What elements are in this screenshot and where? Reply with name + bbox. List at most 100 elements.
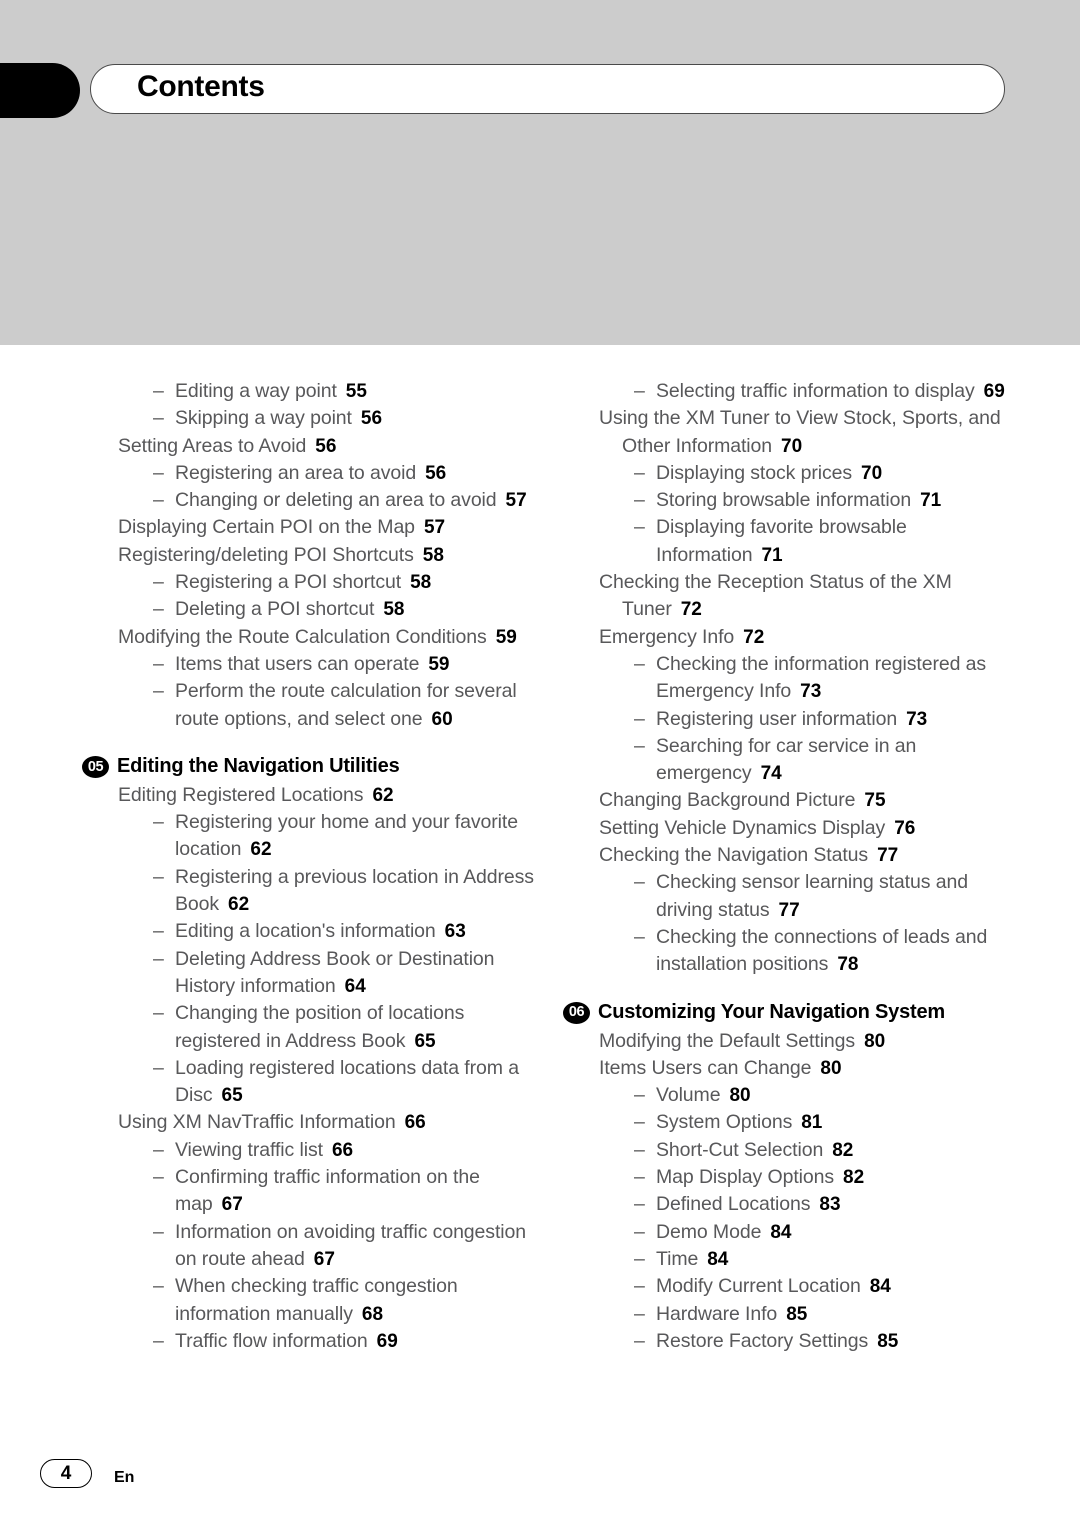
toc-entry-text: – Confirming traffic information on the m…	[153, 1164, 548, 1219]
toc-entry-text: Registering/deleting POI Shortcuts 58	[118, 542, 548, 569]
toc-entry-label: Skipping a way point	[175, 407, 352, 430]
toc-entry-label: Registering your home and your favorite …	[175, 811, 518, 861]
toc-entry-setting-areas-to-avoid[interactable]: Setting Areas to Avoid 56	[118, 433, 548, 460]
toc-entry-changing-the-position-of-locations-registered-in[interactable]: – Changing the position of locations regi…	[118, 1000, 548, 1055]
toc-entry-system-options[interactable]: – System Options 81	[599, 1109, 1029, 1136]
bullet-dash-icon: –	[634, 516, 645, 539]
chapter-number-badge: 06	[563, 1001, 590, 1024]
toc-entry-text: – Changing or deleting an area to avoid 57	[153, 487, 548, 514]
toc-entry-registering-deleting-poi-shortcuts[interactable]: Registering/deleting POI Shortcuts 58	[118, 542, 548, 569]
bullet-dash-icon: –	[153, 652, 164, 675]
toc-entry-page: 66	[404, 1112, 426, 1134]
toc-entry-registering-a-poi-shortcut[interactable]: – Registering a POI shortcut 58	[118, 569, 548, 596]
toc-entry-label: Displaying stock prices	[656, 461, 853, 484]
toc-entry-text: – Modify Current Location 84	[634, 1273, 1029, 1300]
chapter-heading-05: 05 Editing the Navigation Utilities	[82, 753, 548, 781]
toc-entry-label: Time	[656, 1247, 699, 1270]
toc-entry-using-the-xm-tuner-to-view-stock-sports-and-othe[interactable]: Using the XM Tuner to View Stock, Sports…	[599, 405, 1029, 460]
toc-entry-traffic-flow-information[interactable]: – Traffic flow information 69	[118, 1328, 548, 1355]
toc-entry-displaying-favorite-browsable-information[interactable]: – Displaying favorite browsable Informati…	[599, 514, 1029, 569]
toc-entry-hardware-info[interactable]: – Hardware Info 85	[599, 1301, 1029, 1328]
toc-entry-volume[interactable]: – Volume 80	[599, 1082, 1029, 1109]
toc-entry-map-display-options[interactable]: – Map Display Options 82	[599, 1164, 1029, 1191]
toc-entry-checking-the-connections-of-leads-and-installati[interactable]: – Checking the connections of leads and i…	[599, 924, 1029, 979]
toc-entry-perform-the-route-calculation-for-several-route-[interactable]: – Perform the route calculation for sever…	[118, 678, 548, 733]
toc-entry-registering-user-information[interactable]: – Registering user information 73	[599, 706, 1029, 733]
toc-entry-checking-the-navigation-status[interactable]: Checking the Navigation Status 77	[599, 842, 1029, 869]
toc-entry-label: Editing Registered Locations	[118, 783, 364, 806]
toc-entry-selecting-traffic-information-to-display[interactable]: – Selecting traffic information to displa…	[599, 378, 1029, 405]
toc-entry-text: Editing Registered Locations 62	[118, 782, 548, 809]
toc-entry-label: Hardware Info	[656, 1302, 778, 1325]
bullet-dash-icon: –	[153, 1166, 164, 1189]
toc-entry-viewing-traffic-list[interactable]: – Viewing traffic list 66	[118, 1137, 548, 1164]
toc-entry-page: 67	[313, 1248, 335, 1270]
bullet-dash-icon: –	[634, 1193, 645, 1216]
toc-entry-changing-or-deleting-an-area-to-avoid[interactable]: – Changing or deleting an area to avoid 57	[118, 487, 548, 514]
toc-entry-checking-sensor-learning-status-and-driving-stat[interactable]: – Checking sensor learning status and dri…	[599, 869, 1029, 924]
toc-entry-short-cut-selection[interactable]: – Short-Cut Selection 82	[599, 1137, 1029, 1164]
toc-entry-registering-your-home-and-your-favorite-location[interactable]: – Registering your home and your favorite…	[118, 809, 548, 864]
toc-entry-label: Registering user information	[656, 707, 898, 730]
bullet-dash-icon: –	[153, 865, 164, 888]
toc-entry-page: 67	[221, 1194, 243, 1216]
toc-entry-checking-the-information-registered-as-emergency[interactable]: – Checking the information registered as …	[599, 651, 1029, 706]
toc-entry-displaying-stock-prices[interactable]: – Displaying stock prices 70	[599, 460, 1029, 487]
toc-entry-editing-a-location-s-information[interactable]: – Editing a location's information 63	[118, 918, 548, 945]
toc-entry-modifying-the-route-calculation-conditions[interactable]: Modifying the Route Calculation Conditio…	[118, 624, 548, 651]
bullet-dash-icon: –	[634, 734, 645, 757]
toc-entry-text: Changing Background Picture 75	[599, 787, 1029, 814]
toc-entry-checking-the-reception-status-of-the-xm-tuner[interactable]: Checking the Reception Status of the XM …	[599, 569, 1029, 624]
toc-entry-text: Using XM NavTraffic Information 66	[118, 1109, 548, 1136]
toc-entry-text: – Selecting traffic information to displa…	[634, 378, 1029, 405]
toc-entry-label: Checking sensor learning status and driv…	[656, 871, 968, 921]
toc-entry-emergency-info[interactable]: Emergency Info 72	[599, 624, 1029, 651]
toc-entry-setting-vehicle-dynamics-display[interactable]: Setting Vehicle Dynamics Display 76	[599, 815, 1029, 842]
toc-entry-label: System Options	[656, 1111, 793, 1134]
bullet-dash-icon: –	[153, 571, 164, 594]
toc-entry-changing-background-picture[interactable]: Changing Background Picture 75	[599, 787, 1029, 814]
toc-entry-text: Modifying the Route Calculation Conditio…	[118, 624, 548, 651]
toc-entry-editing-registered-locations[interactable]: Editing Registered Locations 62	[118, 782, 548, 809]
toc-entry-items-users-can-change[interactable]: Items Users can Change 80	[599, 1055, 1029, 1082]
toc-entry-page: 83	[819, 1194, 841, 1216]
toc-entry-using-xm-navtraffic-information[interactable]: Using XM NavTraffic Information 66	[118, 1109, 548, 1136]
toc-entry-page: 80	[729, 1085, 751, 1107]
bullet-dash-icon: –	[153, 1002, 164, 1025]
toc-entry-text: – Hardware Info 85	[634, 1301, 1029, 1328]
toc-entry-editing-a-way-point[interactable]: – Editing a way point 55	[118, 378, 548, 405]
toc-entry-deleting-address-book-or-destination-history-inf[interactable]: – Deleting Address Book or Destination Hi…	[118, 946, 548, 1001]
toc-entry-text: – Registering a previous location in Addr…	[153, 864, 548, 919]
toc-entry-label: Emergency Info	[599, 625, 735, 648]
toc-entry-skipping-a-way-point[interactable]: – Skipping a way point 56	[118, 405, 548, 432]
toc-entry-confirming-traffic-information-on-the-map[interactable]: – Confirming traffic information on the m…	[118, 1164, 548, 1219]
toc-entry-items-that-users-can-operate[interactable]: – Items that users can operate 59	[118, 651, 548, 678]
toc-entry-page: 70	[781, 435, 803, 457]
toc-entry-modifying-the-default-settings[interactable]: Modifying the Default Settings 80	[599, 1028, 1029, 1055]
toc-entry-displaying-certain-poi-on-the-map[interactable]: Displaying Certain POI on the Map 57	[118, 514, 548, 541]
bullet-dash-icon: –	[153, 380, 164, 402]
bullet-dash-icon: –	[634, 925, 645, 948]
toc-entry-storing-browsable-information[interactable]: – Storing browsable information 71	[599, 487, 1029, 514]
toc-entry-text: – Changing the position of locations regi…	[153, 1000, 548, 1055]
toc-entry-registering-an-area-to-avoid[interactable]: – Registering an area to avoid 56	[118, 460, 548, 487]
toc-entry-text: – Registering user information 73	[634, 706, 1029, 733]
toc-entry-page: 85	[786, 1303, 808, 1325]
toc-entry-text: Setting Vehicle Dynamics Display 76	[599, 815, 1029, 842]
toc-entry-registering-a-previous-location-in-address-book[interactable]: – Registering a previous location in Addr…	[118, 864, 548, 919]
toc-entry-defined-locations[interactable]: – Defined Locations 83	[599, 1191, 1029, 1218]
toc-entry-loading-registered-locations-data-from-a-disc[interactable]: – Loading registered locations data from …	[118, 1055, 548, 1110]
toc-entry-demo-mode[interactable]: – Demo Mode 84	[599, 1219, 1029, 1246]
toc-entry-restore-factory-settings[interactable]: – Restore Factory Settings 85	[599, 1328, 1029, 1355]
toc-entry-time[interactable]: – Time 84	[599, 1246, 1029, 1273]
toc-entry-modify-current-location[interactable]: – Modify Current Location 84	[599, 1273, 1029, 1300]
toc-entry-page: 84	[770, 1221, 792, 1243]
bullet-dash-icon: –	[634, 1247, 645, 1270]
toc-entry-searching-for-car-service-in-an-emergency[interactable]: – Searching for car service in an emergen…	[599, 733, 1029, 788]
toc-entry-page: 71	[920, 490, 942, 512]
toc-entry-text: – Deleting a POI shortcut 58	[153, 596, 548, 623]
toc-entry-information-on-avoiding-traffic-congestion-on-ro[interactable]: – Information on avoiding traffic congest…	[118, 1219, 548, 1274]
toc-entry-deleting-a-poi-shortcut[interactable]: – Deleting a POI shortcut 58	[118, 596, 548, 623]
toc-entry-page: 74	[760, 763, 782, 785]
toc-entry-when-checking-traffic-congestion-information-man[interactable]: – When checking traffic congestion inform…	[118, 1273, 548, 1328]
